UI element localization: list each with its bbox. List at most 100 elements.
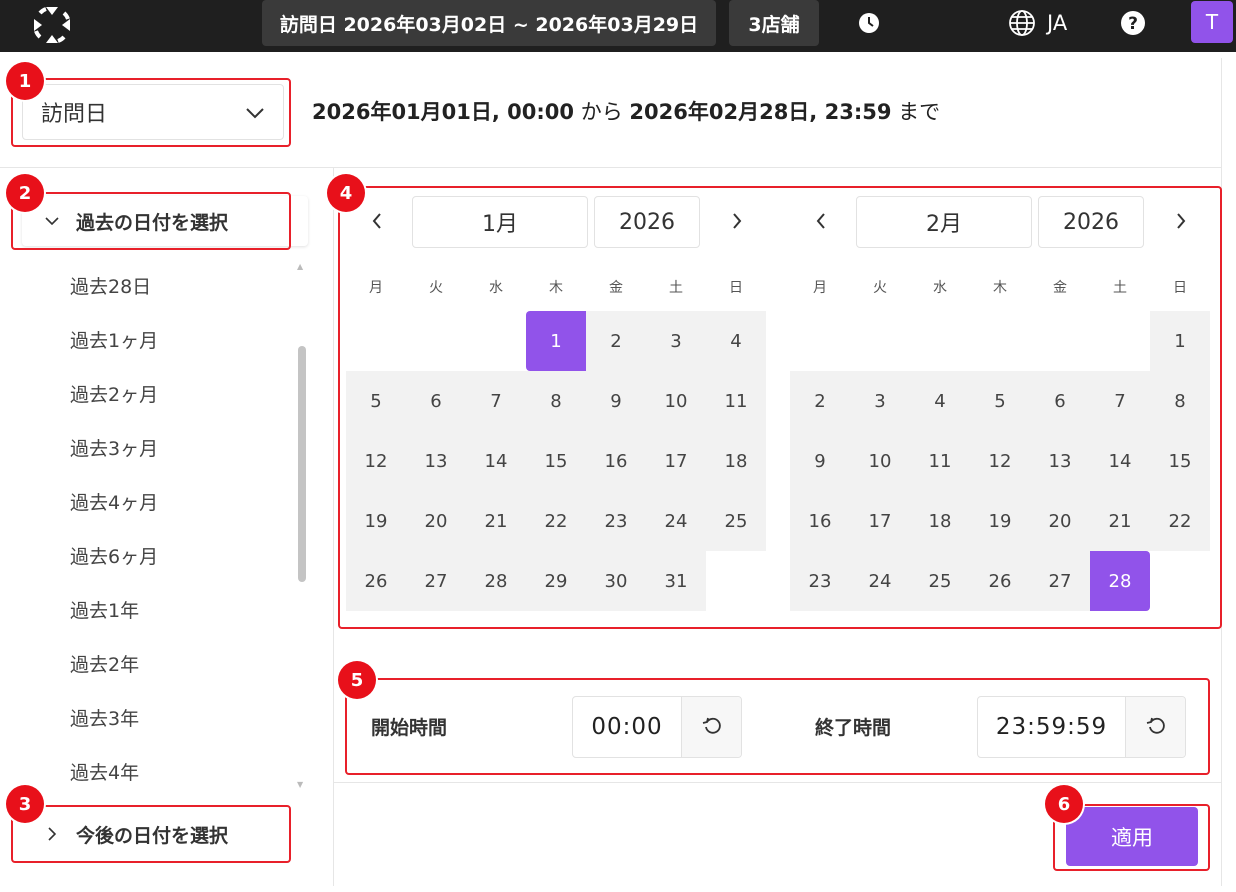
past-range-option[interactable]: 過去28日: [70, 258, 290, 312]
calendar-day[interactable]: 6: [406, 371, 466, 431]
calendar-day[interactable]: 19: [970, 491, 1030, 551]
end-time-field[interactable]: 23:59:59: [977, 696, 1186, 758]
calendar-day-selected[interactable]: 28: [1090, 551, 1150, 611]
calendar-day[interactable]: 20: [1030, 491, 1090, 551]
date-range-button[interactable]: 訪問日 2026年03月02日 ~ 2026年03月29日: [262, 0, 716, 46]
calendar-day[interactable]: 14: [466, 431, 526, 491]
calendar-day[interactable]: 4: [706, 311, 766, 371]
calendar-day[interactable]: 25: [706, 491, 766, 551]
user-avatar[interactable]: T: [1191, 1, 1233, 43]
past-range-option[interactable]: 過去2ヶ月: [70, 366, 290, 420]
date-type-select[interactable]: 訪問日: [22, 84, 284, 140]
past-range-option[interactable]: 過去4ヶ月: [70, 474, 290, 528]
past-range-option[interactable]: 過去2年: [70, 636, 290, 690]
calendar-day[interactable]: 9: [790, 431, 850, 491]
calendar-day[interactable]: 23: [586, 491, 646, 551]
end-time-label: 終了時間: [815, 717, 892, 739]
calendar-day[interactable]: 22: [526, 491, 586, 551]
past-range-option[interactable]: 過去6ヶ月: [70, 528, 290, 582]
app-logo-icon[interactable]: [32, 5, 72, 45]
apply-button[interactable]: 適用: [1066, 807, 1198, 866]
help-icon[interactable]: ?: [1119, 9, 1147, 37]
end-time-reset-button[interactable]: [1125, 697, 1185, 757]
calendar-day[interactable]: 5: [970, 371, 1030, 431]
calendar-day[interactable]: 27: [406, 551, 466, 611]
annotation-badge-6: 6: [1045, 785, 1083, 823]
calendar-day[interactable]: 24: [850, 551, 910, 611]
calendar-day[interactable]: 8: [526, 371, 586, 431]
left-year-select[interactable]: 2026: [594, 196, 700, 248]
past-range-option[interactable]: 過去4年: [70, 744, 290, 798]
prev-month-icon[interactable]: [806, 196, 836, 246]
past-dates-section-toggle[interactable]: 過去の日付を選択: [22, 196, 308, 246]
calendar-day-selected[interactable]: 1: [526, 311, 586, 371]
language-label[interactable]: JA: [1047, 8, 1067, 38]
calendar-day[interactable]: 15: [1150, 431, 1210, 491]
globe-icon[interactable]: [1008, 9, 1036, 37]
calendar-day[interactable]: 31: [646, 551, 706, 611]
calendar-day[interactable]: 7: [1090, 371, 1150, 431]
past-range-option[interactable]: 過去1年: [70, 582, 290, 636]
calendar-day[interactable]: 17: [850, 491, 910, 551]
calendar-day[interactable]: 2: [790, 371, 850, 431]
calendar-day[interactable]: 22: [1150, 491, 1210, 551]
future-dates-section-toggle[interactable]: 今後の日付を選択: [22, 809, 308, 859]
calendar-day[interactable]: 10: [850, 431, 910, 491]
left-month-select[interactable]: 1月: [412, 196, 588, 248]
right-month-select[interactable]: 2月: [856, 196, 1032, 248]
calendar-day[interactable]: 11: [706, 371, 766, 431]
calendar-day[interactable]: 11: [910, 431, 970, 491]
next-month-icon[interactable]: [722, 196, 752, 246]
calendar-day[interactable]: 17: [646, 431, 706, 491]
calendar-day[interactable]: 20: [406, 491, 466, 551]
calendar-day[interactable]: 25: [910, 551, 970, 611]
calendar-day[interactable]: 16: [586, 431, 646, 491]
calendar-day[interactable]: 5: [346, 371, 406, 431]
calendar-day[interactable]: 10: [646, 371, 706, 431]
start-time-field[interactable]: 00:00: [572, 696, 742, 758]
right-year-select[interactable]: 2026: [1038, 196, 1144, 248]
calendar-day[interactable]: 28: [466, 551, 526, 611]
prev-month-icon[interactable]: [362, 196, 392, 246]
past-range-option[interactable]: 過去1ヶ月: [70, 312, 290, 366]
calendar-day[interactable]: 14: [1090, 431, 1150, 491]
calendar-day[interactable]: 12: [346, 431, 406, 491]
calendar-day[interactable]: 18: [910, 491, 970, 551]
calendar-day[interactable]: 18: [706, 431, 766, 491]
calendar-day[interactable]: 30: [586, 551, 646, 611]
calendar-day[interactable]: 16: [790, 491, 850, 551]
clock-icon[interactable]: [858, 12, 880, 34]
calendar-day[interactable]: 12: [970, 431, 1030, 491]
calendar-day[interactable]: 1: [1150, 311, 1210, 371]
scroll-up-icon[interactable]: ▲: [297, 262, 305, 271]
calendar-day[interactable]: 3: [646, 311, 706, 371]
calendar-day[interactable]: 3: [850, 371, 910, 431]
calendar-day[interactable]: 24: [646, 491, 706, 551]
calendar-day[interactable]: 21: [466, 491, 526, 551]
calendar-day[interactable]: 13: [1030, 431, 1090, 491]
calendar-day[interactable]: 13: [406, 431, 466, 491]
scroll-down-icon[interactable]: ▼: [297, 780, 305, 789]
start-time-reset-button[interactable]: [681, 697, 741, 757]
calendar-day[interactable]: 21: [1090, 491, 1150, 551]
calendar-day[interactable]: 19: [346, 491, 406, 551]
calendar-day[interactable]: 8: [1150, 371, 1210, 431]
calendar-day[interactable]: 9: [586, 371, 646, 431]
calendar-day[interactable]: 4: [910, 371, 970, 431]
calendar-day[interactable]: 26: [970, 551, 1030, 611]
calendar-day[interactable]: 27: [1030, 551, 1090, 611]
end-time-input[interactable]: 23:59:59: [978, 697, 1125, 757]
next-month-icon[interactable]: [1166, 196, 1196, 246]
calendar-day[interactable]: 26: [346, 551, 406, 611]
past-range-option[interactable]: 過去3年: [70, 690, 290, 744]
calendar-day[interactable]: 23: [790, 551, 850, 611]
start-time-input[interactable]: 00:00: [573, 697, 681, 757]
calendar-day[interactable]: 29: [526, 551, 586, 611]
past-range-option[interactable]: 過去3ヶ月: [70, 420, 290, 474]
calendar-day[interactable]: 15: [526, 431, 586, 491]
store-selector-button[interactable]: 3店舗: [729, 0, 819, 46]
scrollbar-thumb[interactable]: [298, 346, 306, 582]
calendar-day[interactable]: 7: [466, 371, 526, 431]
calendar-day[interactable]: 2: [586, 311, 646, 371]
calendar-day[interactable]: 6: [1030, 371, 1090, 431]
